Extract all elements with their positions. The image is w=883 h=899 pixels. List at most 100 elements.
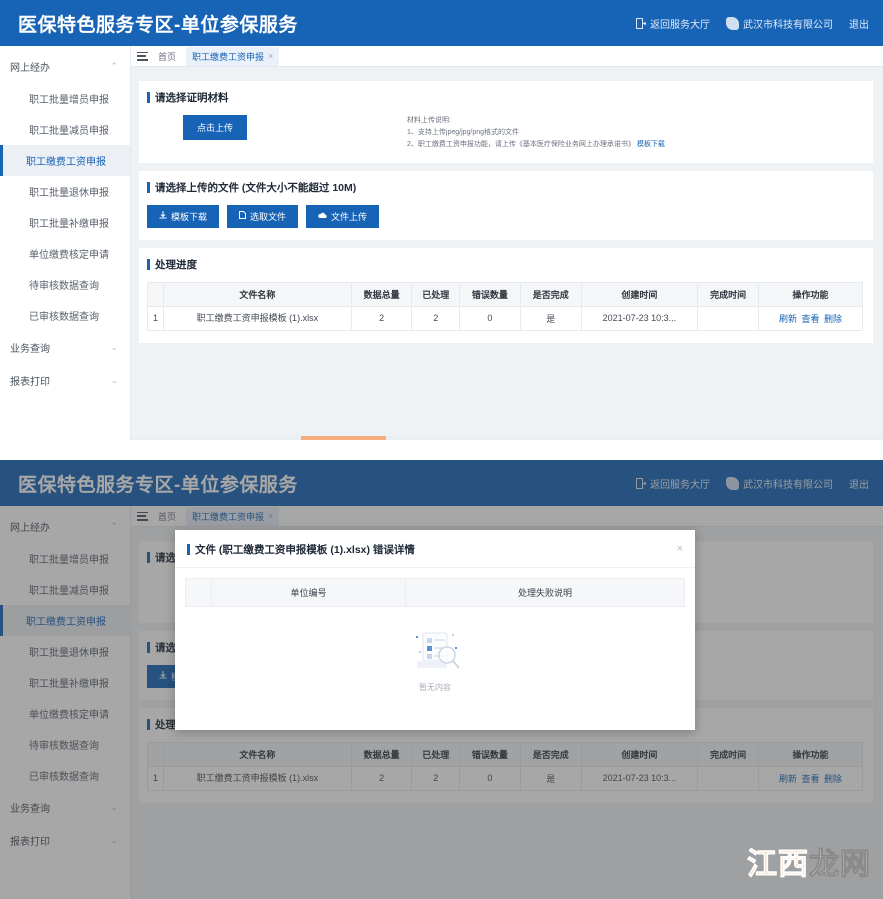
- hamburger-menu-icon[interactable]: [137, 51, 148, 61]
- file-button-row: 模板下载 选取文件 文件上传: [147, 204, 863, 228]
- progress-table: 文件名称 数据总量 已处理 错误数量 是否完成 创建时间 完成时间 操作功能 1…: [147, 281, 864, 331]
- modal-body: 单位编号 处理失败说明 暂无内容: [175, 568, 695, 707]
- tab-home[interactable]: 首页: [158, 50, 176, 63]
- template-download-button[interactable]: 模板下载: [147, 204, 220, 228]
- watermark: 江西龙网: [747, 839, 871, 883]
- note-title: 材料上传说明:: [407, 117, 451, 124]
- tab-bar: 首页 职工缴费工资申报 ×: [131, 46, 883, 67]
- user-account[interactable]: 武汉市科技有限公司: [726, 16, 833, 31]
- file-upload-button[interactable]: 文件上传: [306, 204, 380, 228]
- delete-link[interactable]: 删除: [824, 314, 842, 324]
- material-card: 请选择证明材料 点击上传 材料上传说明: 1、支持上传jpeg/jpg/png格…: [139, 81, 873, 163]
- close-icon[interactable]: ×: [677, 544, 683, 555]
- file-card: 请选择上传的文件 (文件大小不能超过 10M) 模板下载 选取文件 文件上传: [139, 170, 873, 240]
- th-unit-number: 单位编号: [211, 578, 406, 607]
- sidebar-item-0[interactable]: 职工批量增员申报: [0, 83, 130, 114]
- sidebar-item-4[interactable]: 职工批量补缴申报: [0, 207, 130, 238]
- material-notes: 材料上传说明: 1、支持上传jpeg/jpg/png格式的文件 2、职工缴费工资…: [407, 115, 665, 151]
- th-finished: 是否完成: [519, 281, 582, 307]
- sidebar-group-online[interactable]: 网上经办 ⌃: [0, 50, 130, 83]
- cell-file-name: 职工缴费工资申报模板 (1).xlsx: [163, 305, 352, 331]
- sidebar-group-print[interactable]: 报表打印 ⌄: [0, 364, 130, 397]
- th-errors: 错误数量: [458, 281, 521, 307]
- error-detail-modal: 文件 (职工缴费工资申报模板 (1).xlsx) 错误详情 × 单位编号 处理失…: [175, 530, 695, 730]
- document-search-empty-icon: [407, 632, 463, 677]
- chevron-down-icon: ⌄: [110, 375, 118, 385]
- cell-index: 1: [147, 305, 164, 331]
- watermark-part-b: 龙网: [809, 848, 871, 882]
- sidebar: 网上经办 ⌃ 职工批量增员申报 职工批量减员申报 职工缴费工资申报 职工批量退休…: [0, 46, 131, 440]
- return-to-hall-label: 返回服务大厅: [650, 19, 710, 31]
- main-content: 首页 职工缴费工资申报 × 请选择证明材料 点击上传 材料上传说明: 1、支持上…: [131, 46, 883, 440]
- sidebar-group-query[interactable]: 业务查询 ⌄: [0, 331, 130, 364]
- sidebar-group-online-label: 网上经办: [10, 63, 50, 74]
- app-title: 医保特色服务专区-单位参保服务: [18, 14, 298, 36]
- th-total: 数据总量: [350, 281, 413, 307]
- error-table: 单位编号 处理失败说明: [185, 578, 686, 607]
- note-template-download-link[interactable]: 模板下载: [637, 141, 665, 148]
- sidebar-item-5[interactable]: 单位缴费核定申请: [0, 238, 130, 269]
- user-avatar-icon: [726, 16, 739, 30]
- header-actions: 返回服务大厅 武汉市科技有限公司 退出: [636, 16, 869, 31]
- chevron-up-icon: ⌃: [110, 61, 118, 71]
- cloud-upload-icon: [318, 211, 327, 221]
- app-body: 网上经办 ⌃ 职工批量增员申报 职工批量减员申报 职工缴费工资申报 职工批量退休…: [0, 46, 883, 440]
- tab-active[interactable]: 职工缴费工资申报 ×: [186, 46, 280, 66]
- chevron-down-icon: ⌄: [110, 342, 118, 352]
- cell-finished: 是: [519, 305, 582, 331]
- sidebar-item-6[interactable]: 待审核数据查询: [0, 269, 130, 300]
- error-table-header-row: 单位编号 处理失败说明: [185, 578, 686, 607]
- logout-label: 退出: [849, 19, 869, 31]
- close-icon[interactable]: ×: [268, 51, 273, 61]
- click-upload-button[interactable]: 点击上传: [183, 115, 248, 140]
- panel-separator: [0, 440, 883, 460]
- refresh-link[interactable]: 刷新: [779, 314, 797, 324]
- th-index: [147, 281, 164, 307]
- logout-button[interactable]: 退出: [849, 16, 869, 31]
- sidebar-item-2[interactable]: 职工缴费工资申报: [0, 145, 130, 176]
- table-row: 1 职工缴费工资申报模板 (1).xlsx 2 2 0 是 2021-07-23…: [147, 305, 864, 331]
- file-icon: [239, 211, 247, 221]
- modal-header: 文件 (职工缴费工资申报模板 (1).xlsx) 错误详情 ×: [175, 530, 695, 568]
- progress-card: 处理进度 文件名称 数据总量 已处理 错误数量 是否完成 创建时间 完成时间 操…: [139, 247, 873, 343]
- view-link[interactable]: 查看: [801, 314, 819, 324]
- th-error-index: [185, 578, 212, 607]
- cell-errors: 0: [458, 305, 521, 331]
- download-icon: [159, 211, 167, 221]
- app-window-top: 医保特色服务专区-单位参保服务 返回服务大厅 武汉市科技有限公司 退出 网上经办…: [0, 0, 883, 440]
- th-completed: 完成时间: [697, 281, 759, 307]
- empty-state: 暂无内容: [185, 607, 685, 707]
- th-created: 创建时间: [580, 281, 699, 307]
- material-upload-row: 点击上传 材料上传说明: 1、支持上传jpeg/jpg/png格式的文件 2、职…: [147, 115, 863, 151]
- th-file-name: 文件名称: [163, 281, 352, 307]
- cell-processed: 2: [411, 305, 460, 331]
- app-window-bottom: 医保特色服务专区-单位参保服务 返回服务大厅 武汉市科技有限公司 退出 网上经办…: [0, 460, 883, 899]
- note-line-2-text: 2、职工缴费工资申报功能，请上传《基本医疗保险业务网上办理承诺书》: [407, 140, 635, 148]
- file-upload-label: 文件上传: [331, 211, 368, 222]
- th-failure-reason: 处理失败说明: [404, 578, 686, 607]
- th-ops: 操作功能: [757, 281, 864, 307]
- note-line-1: 1、支持上传jpeg/jpg/png格式的文件: [407, 128, 520, 136]
- cell-completed: [697, 305, 759, 331]
- table-header-row: 文件名称 数据总量 已处理 错误数量 是否完成 创建时间 完成时间 操作功能: [147, 281, 864, 307]
- select-file-button[interactable]: 选取文件: [227, 204, 299, 228]
- cell-total: 2: [350, 305, 413, 331]
- sidebar-item-3[interactable]: 职工批量退休申报: [0, 176, 130, 207]
- material-section-title: 请选择证明材料: [147, 90, 863, 105]
- note-line-2: 2、职工缴费工资申报功能，请上传《基本医疗保险业务网上办理承诺书》 模板下载: [407, 139, 665, 151]
- sidebar-item-1[interactable]: 职工批量减员申报: [0, 114, 130, 145]
- empty-state-label: 暂无内容: [419, 683, 451, 692]
- cell-ops: 刷新 查看 删除: [757, 305, 864, 331]
- select-file-label: 选取文件: [250, 211, 287, 222]
- sidebar-item-7[interactable]: 已审核数据查询: [0, 300, 130, 331]
- progress-section-title: 处理进度: [147, 257, 863, 272]
- page-content: 请选择证明材料 点击上传 材料上传说明: 1、支持上传jpeg/jpg/png格…: [131, 67, 883, 343]
- company-name: 武汉市科技有限公司: [743, 19, 833, 31]
- screenshot-root: 医保特色服务专区-单位参保服务 返回服务大厅 武汉市科技有限公司 退出 网上经办…: [0, 0, 883, 899]
- sidebar-group-print-label: 报表打印: [10, 377, 50, 388]
- door-exit-icon: [636, 17, 647, 29]
- modal-title: 文件 (职工缴费工资申报模板 (1).xlsx) 错误详情: [187, 542, 415, 557]
- tab-active-label: 职工缴费工资申报: [192, 51, 265, 62]
- return-to-hall-button[interactable]: 返回服务大厅: [636, 16, 710, 31]
- cell-created: 2021-07-23 10:3...: [580, 305, 699, 331]
